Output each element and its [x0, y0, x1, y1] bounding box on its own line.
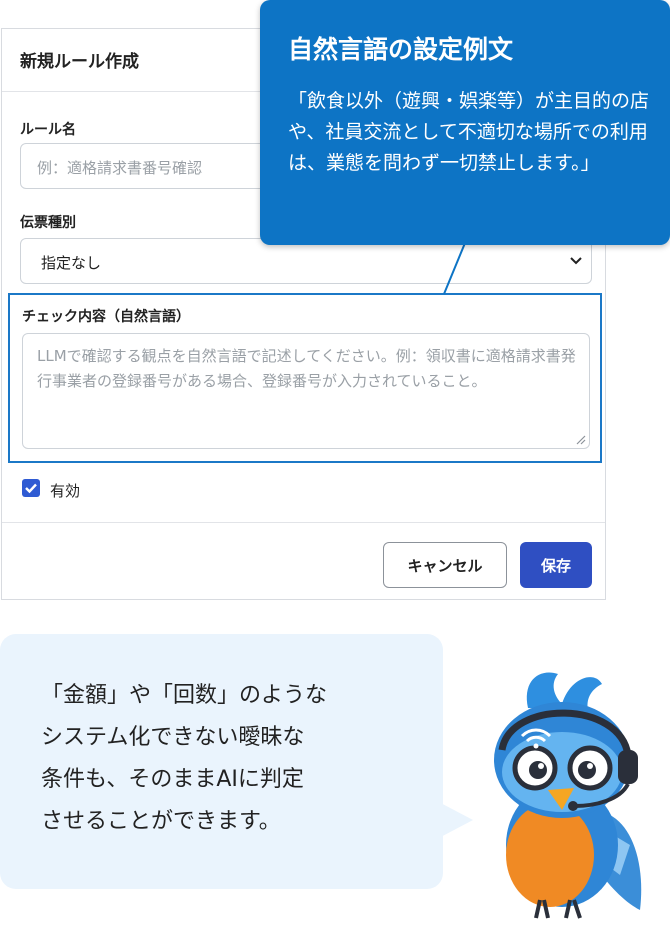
- check-content-highlight: チェック内容（自然言語） LLMで確認する観点を自然言語で記述してください。例：…: [8, 293, 602, 463]
- cancel-button[interactable]: キャンセル: [383, 542, 507, 588]
- resize-grip-icon[interactable]: [576, 435, 586, 445]
- bubble-line: システム化できない曖昧な: [41, 725, 305, 750]
- save-button[interactable]: 保存: [520, 542, 592, 588]
- speech-bubble-text: 「金額」や「回数」のような システム化できない曖昧な 条件も、そのままAIに判定…: [41, 675, 421, 843]
- speech-bubble-tail: [435, 800, 473, 840]
- check-icon: [25, 483, 37, 494]
- bubble-line: 「金額」や「回数」のような: [41, 683, 328, 708]
- bubble-line: させることができます。: [41, 809, 281, 834]
- dialog-footer-divider: [2, 522, 605, 523]
- callout-body: 「飲食以外（遊興・娯楽等）が主目的の店や、社員交流として不適切な場所での利用は、…: [288, 90, 650, 174]
- bird-mascot-icon: [494, 672, 642, 919]
- example-callout: 自然言語の設定例文 「飲食以外（遊興・娯楽等）が主目的の店や、社員交流として不適…: [260, 0, 670, 245]
- check-content-label: チェック内容（自然言語）: [22, 309, 190, 325]
- enabled-checkbox[interactable]: [22, 479, 40, 497]
- check-content-placeholder: LLMで確認する観点を自然言語で記述してください。例：領収書に適格請求書発行事業…: [37, 347, 576, 390]
- enabled-label: 有効: [50, 482, 81, 500]
- bubble-line: 条件も、そのままAIに判定: [41, 767, 304, 792]
- check-content-textarea[interactable]: LLMで確認する観点を自然言語で記述してください。例：領収書に適格請求書発行事業…: [22, 333, 590, 449]
- callout-title: 自然言語の設定例文: [288, 35, 514, 64]
